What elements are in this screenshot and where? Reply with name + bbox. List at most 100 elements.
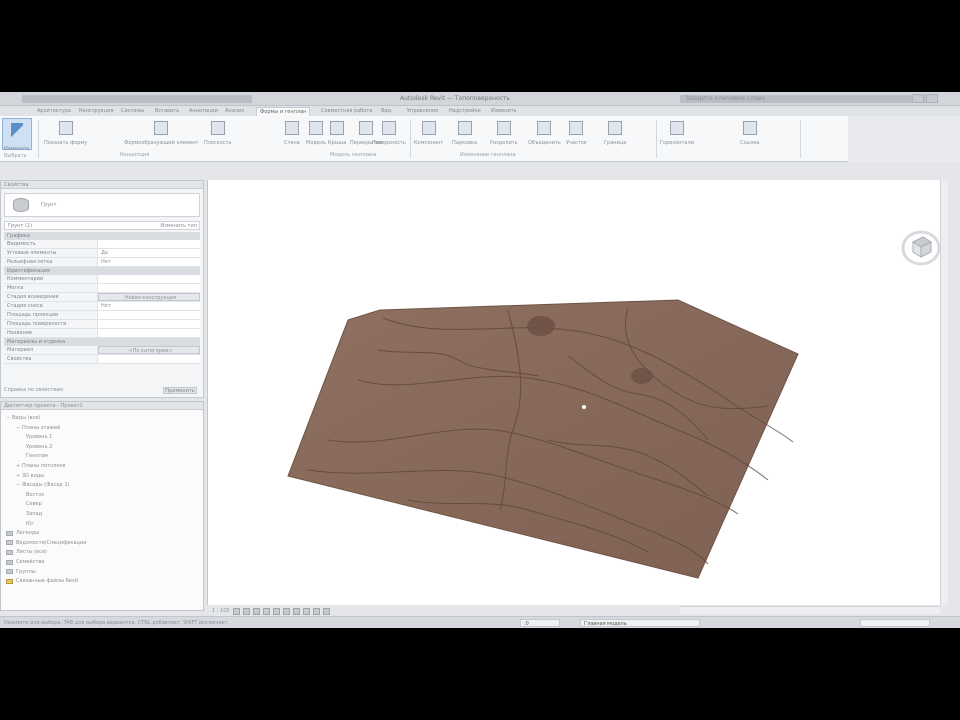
close-button[interactable] xyxy=(926,94,938,103)
reveal-hidden-icon[interactable] xyxy=(322,607,330,615)
property-row[interactable]: Свойства xyxy=(4,355,200,364)
shadows-icon[interactable] xyxy=(262,607,270,615)
tab-1[interactable]: Конструкция xyxy=(76,107,116,116)
browser-tree-item[interactable]: +3D виды xyxy=(16,472,44,480)
property-row[interactable]: Угловые элементы Да xyxy=(4,249,200,258)
horizontal-scrollbar[interactable] xyxy=(680,606,940,614)
view-scale[interactable]: 1 : 100 xyxy=(212,608,230,614)
browser-tree-item[interactable]: − Виды (все) xyxy=(6,414,40,422)
ribbon-button-12[interactable]: Участок xyxy=(566,119,587,159)
quick-access-toolbar[interactable] xyxy=(22,95,252,103)
property-row[interactable]: Рельефная сетка Нет xyxy=(4,258,200,267)
zero-indicator[interactable]: :0 xyxy=(520,619,560,627)
property-row[interactable]: Название xyxy=(4,329,200,338)
3d-viewport[interactable] xyxy=(207,180,941,605)
active-model-selector[interactable]: Главная модель xyxy=(580,619,700,627)
tab-4[interactable]: Аннотации xyxy=(186,107,221,116)
show-crop-icon[interactable] xyxy=(292,607,300,615)
browser-tree-item[interactable]: − Планы этажей xyxy=(16,424,60,432)
lock-view-icon[interactable] xyxy=(302,607,310,615)
property-value[interactable] xyxy=(98,311,200,319)
visual-style-icon[interactable] xyxy=(242,607,250,615)
property-value[interactable]: Нет xyxy=(98,258,200,266)
ribbon-button-7[interactable]: Поверхность xyxy=(372,119,406,159)
ribbon-button-15[interactable]: Ссылка xyxy=(740,119,759,159)
browser-tree-item[interactable]: Уровень 2 xyxy=(26,443,52,451)
browser-tree-item[interactable]: + Планы потолков xyxy=(16,462,65,470)
browser-tree-item[interactable]: Листы (все) xyxy=(6,548,47,556)
ribbon-button-11[interactable]: Объединить xyxy=(528,119,561,159)
minimize-button[interactable] xyxy=(912,94,924,103)
property-value[interactable] xyxy=(98,355,200,363)
browser-tree-item[interactable]: Ведомости/Спецификации xyxy=(6,539,86,547)
browser-tree-item[interactable]: Генплан xyxy=(26,452,48,460)
property-section-header[interactable]: Материалы и отделка xyxy=(4,338,200,346)
viewcube-icon[interactable] xyxy=(901,226,941,266)
ribbon-button-14[interactable]: Горизонтали xyxy=(660,119,694,159)
project-browser: Диспетчер проекта - Проект1 − Виды (все) −… xyxy=(0,401,204,611)
browser-tree-item[interactable]: Семейства xyxy=(6,558,44,566)
property-value[interactable] xyxy=(98,320,200,328)
ribbon-button-8[interactable]: Компонент xyxy=(414,119,443,159)
browser-tree-item[interactable]: Восток xyxy=(26,491,44,499)
detail-level-icon[interactable] xyxy=(232,607,240,615)
vertical-scrollbar[interactable] xyxy=(940,180,948,605)
property-row[interactable]: Площадь проекции xyxy=(4,311,200,320)
ribbon-button-2[interactable]: Плоскость xyxy=(204,119,231,159)
property-row[interactable]: Стадия сноса Нет xyxy=(4,302,200,311)
render-icon[interactable] xyxy=(272,607,280,615)
ribbon-button-0[interactable]: Показать форму xyxy=(44,119,87,159)
type-selector[interactable]: Грунт xyxy=(4,193,200,217)
property-section-header[interactable]: Идентификация xyxy=(4,267,200,275)
property-row[interactable]: Стадия возведения Новая конструкция xyxy=(4,293,200,302)
instance-filter[interactable]: Грунт (1) Изменить тип xyxy=(4,221,200,230)
property-row[interactable]: Площадь поверхности xyxy=(4,320,200,329)
ribbon-button-3[interactable]: Стена xyxy=(284,119,300,159)
browser-tree-item[interactable]: Уровень 1 xyxy=(26,433,52,441)
tab-7[interactable]: Совместная работа xyxy=(318,107,375,116)
tab-8[interactable]: Вид xyxy=(378,107,394,116)
property-value[interactable] xyxy=(98,284,200,292)
browser-tree-item[interactable]: − Фасады (Фасад 1) xyxy=(16,481,70,489)
crop-view-icon[interactable] xyxy=(282,607,290,615)
browser-tree-item[interactable]: Север xyxy=(26,500,42,508)
property-row[interactable]: Метка xyxy=(4,284,200,293)
tab-9[interactable]: Управление xyxy=(404,107,441,116)
browser-tree-item[interactable]: Связанные файлы Revit xyxy=(6,577,78,585)
property-value[interactable] xyxy=(98,329,200,337)
tab-2[interactable]: Системы xyxy=(118,107,147,116)
toposurface-mesh[interactable] xyxy=(287,299,799,579)
property-value[interactable] xyxy=(98,240,200,248)
tab-6[interactable]: Формы и генплан xyxy=(256,107,311,116)
property-value[interactable]: Да xyxy=(98,249,200,257)
property-value[interactable]: Новая конструкция xyxy=(98,293,200,301)
property-row[interactable]: Видимость xyxy=(4,240,200,249)
type-name: Грунт xyxy=(41,202,57,208)
property-name: Свойства xyxy=(4,355,98,363)
property-row[interactable]: Комментарии xyxy=(4,275,200,284)
tab-10[interactable]: Надстройки xyxy=(446,107,484,116)
ribbon-button-13[interactable]: Граница xyxy=(604,119,626,159)
tab-11[interactable]: Изменить xyxy=(488,107,520,116)
browser-tree-item[interactable]: Юг xyxy=(26,520,34,528)
property-value[interactable]: Нет xyxy=(98,302,200,310)
browser-tree-item[interactable]: Легенды xyxy=(6,529,39,537)
ribbon-button-4[interactable]: Модель xyxy=(306,119,326,159)
property-value[interactable]: <По категории> xyxy=(98,346,200,354)
property-row[interactable]: Материал <По категории> xyxy=(4,346,200,355)
property-value[interactable] xyxy=(98,275,200,283)
ribbon-tool-icon xyxy=(537,121,552,135)
toposurface[interactable] xyxy=(287,299,799,579)
apply-button[interactable]: Применить xyxy=(163,387,197,394)
browser-tree-item[interactable]: Запад xyxy=(26,510,42,518)
properties-help-link[interactable]: Справка по свойствам xyxy=(4,387,63,393)
tab-5[interactable]: Анализ xyxy=(222,107,247,116)
temporary-hide-icon[interactable] xyxy=(312,607,320,615)
edit-type-button[interactable]: Изменить тип xyxy=(160,222,197,230)
tab-0[interactable]: Архитектура xyxy=(34,107,74,116)
tab-3[interactable]: Вставить xyxy=(152,107,182,116)
property-section-header[interactable]: Графика xyxy=(4,232,200,240)
selection-filters[interactable] xyxy=(860,619,930,627)
sun-path-icon[interactable] xyxy=(252,607,260,615)
browser-tree-item[interactable]: Группы xyxy=(6,568,36,576)
